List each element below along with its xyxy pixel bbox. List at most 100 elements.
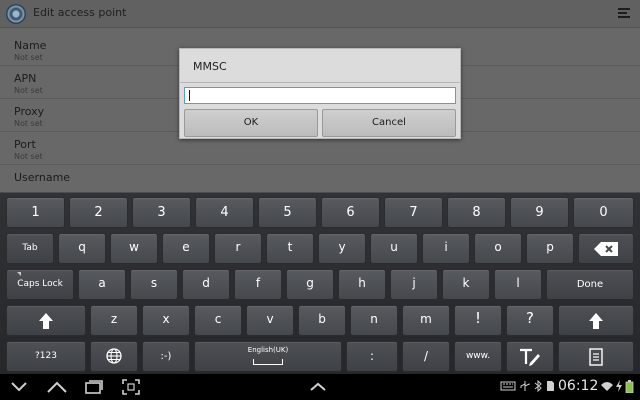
pref-title: Name bbox=[14, 39, 47, 52]
key-1[interactable]: 1 bbox=[6, 197, 65, 228]
backspace-key[interactable] bbox=[578, 233, 634, 264]
hide-keyboard-key[interactable] bbox=[558, 341, 634, 372]
sd-card-icon bbox=[547, 381, 554, 391]
edit-access-point-screen: Edit access point Name Not set APN Not s… bbox=[0, 0, 640, 192]
backspace-icon bbox=[594, 242, 618, 256]
key-9[interactable]: 9 bbox=[510, 197, 569, 228]
on-screen-keyboard: 1 2 3 4 5 6 7 8 9 0 Tab q w e r t y u i … bbox=[0, 192, 640, 374]
key-6[interactable]: 6 bbox=[321, 197, 380, 228]
done-key[interactable]: Done bbox=[546, 269, 634, 300]
key-question[interactable]: ? bbox=[506, 305, 554, 336]
caps-lock-label: Caps Lock bbox=[17, 279, 63, 289]
key-r[interactable]: r bbox=[214, 233, 262, 264]
mini-apps-tray-button[interactable] bbox=[308, 377, 330, 397]
key-0[interactable]: 0 bbox=[573, 197, 634, 228]
key-x[interactable]: x bbox=[142, 305, 190, 336]
key-2[interactable]: 2 bbox=[69, 197, 128, 228]
recent-apps-button[interactable] bbox=[84, 377, 106, 397]
key-d[interactable]: d bbox=[182, 269, 230, 300]
bolt-icon bbox=[616, 380, 622, 392]
key-3[interactable]: 3 bbox=[132, 197, 191, 228]
shift-arrow-icon bbox=[589, 313, 603, 329]
pref-item-username[interactable]: Username bbox=[0, 165, 640, 192]
key-c[interactable]: c bbox=[194, 305, 242, 336]
key-exclamation[interactable]: ! bbox=[454, 305, 502, 336]
recent-apps-icon bbox=[85, 380, 103, 394]
globe-icon bbox=[106, 348, 122, 364]
pref-title: APN bbox=[14, 72, 37, 85]
key-z[interactable]: z bbox=[90, 305, 138, 336]
colon-key[interactable]: : bbox=[346, 341, 398, 372]
www-key[interactable]: www. bbox=[454, 341, 502, 372]
key-4[interactable]: 4 bbox=[195, 197, 254, 228]
caps-indicator-icon bbox=[17, 272, 22, 276]
handwriting-key[interactable] bbox=[506, 341, 554, 372]
bluetooth-icon bbox=[534, 380, 542, 392]
pref-title: Username bbox=[14, 171, 71, 184]
key-e[interactable]: e bbox=[162, 233, 210, 264]
key-k[interactable]: k bbox=[442, 269, 490, 300]
pref-summary: Not set bbox=[14, 119, 43, 128]
usb-icon bbox=[520, 381, 530, 391]
key-8[interactable]: 8 bbox=[447, 197, 506, 228]
mmsc-dialog: MMSC OK Cancel bbox=[179, 48, 461, 139]
key-7[interactable]: 7 bbox=[384, 197, 443, 228]
space-key[interactable]: English(UK) bbox=[194, 341, 342, 372]
key-m[interactable]: m bbox=[402, 305, 450, 336]
language-key[interactable] bbox=[90, 341, 138, 372]
key-s[interactable]: s bbox=[130, 269, 178, 300]
tab-key[interactable]: Tab bbox=[6, 233, 54, 264]
key-a[interactable]: a bbox=[78, 269, 126, 300]
text-cursor bbox=[189, 90, 190, 101]
emoticon-key[interactable]: :-) bbox=[142, 341, 190, 372]
key-l[interactable]: l bbox=[494, 269, 542, 300]
page-title: Edit access point bbox=[33, 6, 127, 19]
key-j[interactable]: j bbox=[390, 269, 438, 300]
key-w[interactable]: w bbox=[110, 233, 158, 264]
symbols-key[interactable]: ?123 bbox=[6, 341, 86, 372]
battery-icon bbox=[625, 380, 634, 393]
action-bar: Edit access point bbox=[0, 0, 640, 28]
key-o[interactable]: o bbox=[474, 233, 522, 264]
slash-key[interactable]: / bbox=[402, 341, 450, 372]
key-b[interactable]: b bbox=[298, 305, 346, 336]
keyboard-language-label: English(UK) bbox=[247, 346, 289, 354]
pref-title: Port bbox=[14, 138, 36, 151]
key-i[interactable]: i bbox=[422, 233, 470, 264]
key-y[interactable]: y bbox=[318, 233, 366, 264]
screenshot-button[interactable] bbox=[122, 377, 144, 397]
pref-summary: Not set bbox=[14, 86, 43, 95]
shift-right-key[interactable] bbox=[558, 305, 634, 336]
shift-left-key[interactable] bbox=[6, 305, 86, 336]
screen-capture-icon bbox=[122, 379, 140, 395]
mmsc-input[interactable] bbox=[184, 87, 456, 104]
key-h[interactable]: h bbox=[338, 269, 386, 300]
settings-app-icon[interactable] bbox=[6, 4, 26, 24]
key-f[interactable]: f bbox=[234, 269, 282, 300]
key-n[interactable]: n bbox=[350, 305, 398, 336]
key-q[interactable]: q bbox=[58, 233, 106, 264]
caps-lock-key[interactable]: Caps Lock bbox=[6, 269, 74, 300]
cancel-button[interactable]: Cancel bbox=[322, 109, 456, 137]
status-clock: 06:12 bbox=[558, 378, 599, 394]
chevron-up-icon bbox=[310, 382, 326, 391]
key-u[interactable]: u bbox=[370, 233, 418, 264]
pref-summary: Not set bbox=[14, 53, 43, 62]
home-button[interactable] bbox=[46, 377, 68, 397]
wifi-icon bbox=[601, 382, 613, 391]
key-v[interactable]: v bbox=[246, 305, 294, 336]
key-g[interactable]: g bbox=[286, 269, 334, 300]
handwriting-icon bbox=[520, 348, 540, 366]
exclamation-label: ! bbox=[474, 309, 481, 327]
overflow-menu-icon[interactable] bbox=[618, 8, 630, 20]
key-5[interactable]: 5 bbox=[258, 197, 317, 228]
dialog-divider bbox=[180, 82, 460, 83]
key-p[interactable]: p bbox=[526, 233, 574, 264]
system-bar: 06:12 bbox=[0, 374, 640, 400]
ok-button[interactable]: OK bbox=[184, 109, 318, 137]
pref-summary: Not set bbox=[14, 152, 43, 161]
shift-arrow-icon bbox=[39, 313, 53, 329]
key-t[interactable]: t bbox=[266, 233, 314, 264]
question-label: ? bbox=[526, 309, 534, 327]
back-button[interactable] bbox=[10, 377, 32, 397]
